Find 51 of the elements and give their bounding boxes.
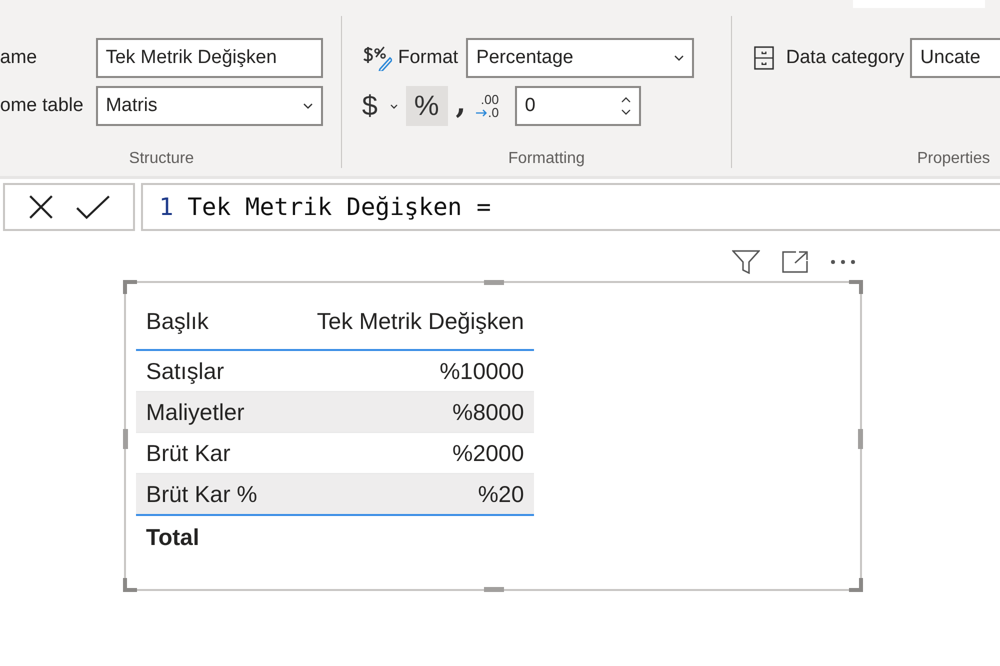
currency-format-icon — [362, 45, 392, 71]
matrix-visual[interactable]: Başlık Tek Metrik Değişken Satışlar %10000 Maliyetler %8000 Brüt Kar %2000 Brüt Kar % %20 Total — [124, 281, 862, 591]
column-header: Tek Metrik Değişken — [316, 308, 524, 334]
close-icon[interactable] — [28, 194, 54, 220]
row-label: Maliyetler — [146, 398, 244, 426]
filter-icon[interactable] — [732, 250, 760, 274]
resize-handle[interactable] — [849, 280, 863, 294]
percent-button[interactable]: % — [406, 86, 448, 126]
format-dropdown[interactable]: Percentage — [466, 38, 694, 78]
line-number: 1 — [159, 193, 174, 221]
table-cell: %8000 — [452, 398, 524, 426]
name-label: ame — [0, 47, 38, 69]
group-title: Properties — [916, 150, 991, 168]
chevron-down-icon[interactable] — [390, 104, 398, 108]
currency-button[interactable]: $ — [362, 86, 382, 126]
focus-mode-icon[interactable] — [782, 251, 808, 273]
formula-text: Tek Metrik Değişken = — [187, 193, 491, 221]
name-input-field[interactable]: Tek Metrik Değişken — [96, 38, 323, 78]
check-icon[interactable] — [76, 195, 110, 219]
decrease-decimal-button[interactable]: .00 .0 — [474, 86, 501, 126]
table-cell: %2000 — [452, 440, 524, 466]
decimal-places-spinner[interactable]: 0 — [514, 86, 641, 126]
row-label: Satışlar — [146, 358, 224, 384]
resize-handle[interactable] — [484, 280, 504, 285]
resize-handle[interactable] — [123, 280, 137, 294]
resize-handle[interactable] — [484, 587, 504, 592]
comma-style-button[interactable]: , — [452, 86, 470, 126]
row-label: Brüt Kar — [146, 440, 230, 466]
data-category-dropdown[interactable]: Uncate — [910, 38, 1000, 78]
row-label: Brüt Kar % — [146, 480, 258, 508]
data-category-label: Data category — [786, 47, 904, 69]
more-options-icon[interactable] — [830, 259, 856, 265]
table-cell: %20 — [478, 480, 524, 508]
resize-handle[interactable] — [123, 429, 128, 449]
table-cell: %10000 — [440, 358, 524, 384]
resize-handle[interactable] — [123, 578, 137, 592]
group-title: Structure — [128, 150, 195, 168]
total-label: Total — [146, 524, 200, 550]
spinner-arrows-icon[interactable] — [620, 96, 631, 116]
chevron-down-icon — [674, 55, 684, 61]
resize-handle[interactable] — [849, 578, 863, 592]
format-label: Format — [398, 47, 458, 69]
file-cabinet-icon — [754, 46, 774, 70]
home-table-dropdown[interactable]: Matris — [96, 86, 323, 126]
column-header: Başlık — [146, 308, 209, 334]
arrow-right-icon — [476, 108, 488, 116]
group-title: Formatting — [507, 150, 586, 168]
home-table-label: ome table — [0, 95, 84, 117]
formula-input-field[interactable]: 1 Tek Metrik Değişken = — [141, 183, 1000, 231]
chevron-down-icon — [303, 103, 313, 109]
resize-handle[interactable] — [858, 429, 863, 449]
